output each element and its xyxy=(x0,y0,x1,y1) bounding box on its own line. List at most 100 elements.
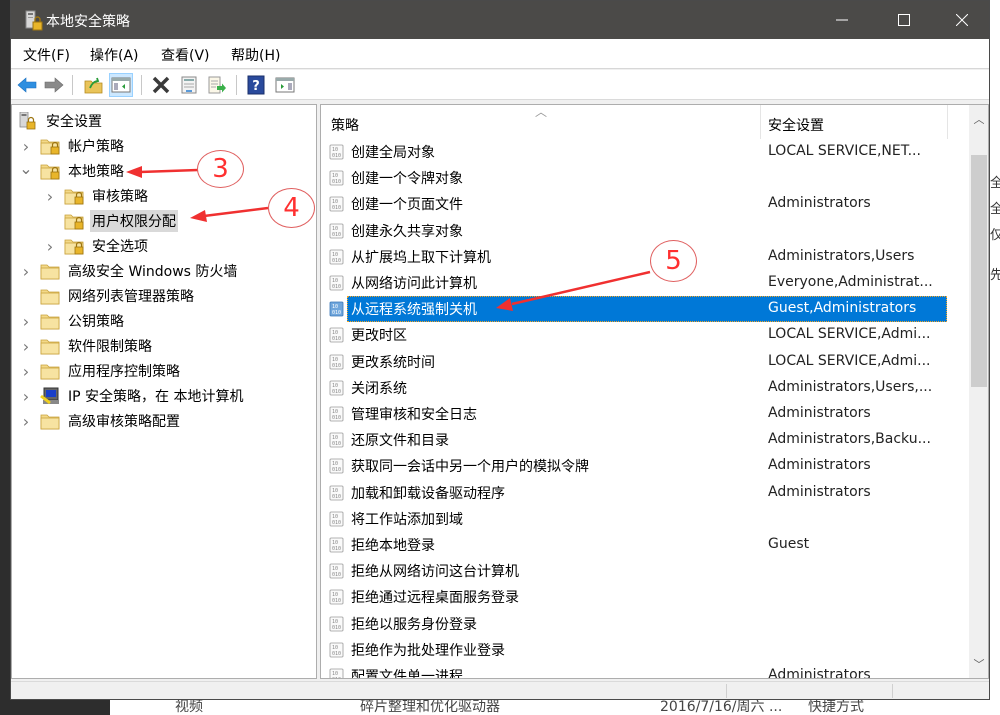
column-divider[interactable] xyxy=(947,105,948,139)
tree-item-label: 软件限制策略 xyxy=(68,339,152,355)
policy-setting-icon: 10010 xyxy=(329,301,344,317)
chevron-right-icon[interactable]: › xyxy=(18,312,34,331)
toolbar-separator xyxy=(141,75,142,95)
vertical-scrollbar[interactable]: ︿ ﹀ xyxy=(969,105,988,678)
policy-row[interactable]: 10 010 拒绝通过远程桌面服务登录 xyxy=(321,584,947,610)
back-button[interactable] xyxy=(15,73,39,97)
column-header-policy[interactable]: 策略 xyxy=(331,115,359,135)
scrollbar-thumb[interactable] xyxy=(971,155,987,387)
policy-security-setting: Administrators,Backu... xyxy=(768,431,931,448)
tree-item-label: IP 安全策略，在 本地计算机 xyxy=(68,389,244,405)
minimize-button[interactable] xyxy=(819,1,865,39)
tree-item[interactable]: › IP 安全策略，在 本地计算机 xyxy=(18,384,245,408)
policy-row[interactable]: 10 010 获取同一会话中另一个用户的模拟令牌 Administrators xyxy=(321,453,947,479)
policy-security-setting: Administrators,Users,... xyxy=(768,378,933,395)
policy-row[interactable]: 10 010 加载和卸载设备驱动程序 Administrators xyxy=(321,480,947,506)
background-text: 碎片整理和优化驱动器 xyxy=(360,700,500,715)
svg-text:010: 010 xyxy=(332,232,341,238)
policy-row[interactable]: 10 010 从远程系统强制关机 Guest,Administrators xyxy=(329,296,947,323)
policy-row[interactable]: 10 010 创建永久共享对象 xyxy=(321,218,947,244)
tree-item[interactable]: › 应用程序控制策略 xyxy=(18,359,182,383)
tree-root-security-settings[interactable]: 安全设置 xyxy=(18,109,104,133)
delete-button[interactable] xyxy=(149,73,173,97)
policy-row[interactable]: 10 010 创建全局对象 LOCAL SERVICE,NET... xyxy=(321,139,947,165)
menu-action[interactable]: 操作(A) xyxy=(90,45,139,65)
properties-button[interactable] xyxy=(177,73,201,97)
chevron-down-icon[interactable]: ⌄ xyxy=(18,159,34,178)
up-one-level-button[interactable] xyxy=(82,73,106,97)
tree-item[interactable]: › 安全选项 xyxy=(42,234,150,258)
policy-name: 配置文件单一进程 xyxy=(351,669,463,679)
tree-item-label: 网络列表管理器策略 xyxy=(68,289,194,305)
annotation-badge-5: 5 xyxy=(650,240,697,282)
policy-row[interactable]: 10 010 拒绝作为批处理作业登录 xyxy=(321,637,947,663)
policy-row[interactable]: 10 010 从网络访问此计算机 Everyone,Administrat... xyxy=(321,270,947,296)
policy-setting-icon: 10010 xyxy=(329,354,344,369)
menu-file[interactable]: 文件(F) xyxy=(23,45,70,65)
title-bar[interactable]: 本地安全策略 xyxy=(11,1,989,39)
svg-text:010: 010 xyxy=(332,572,341,578)
column-header-setting[interactable]: 安全设置 xyxy=(768,115,824,135)
policy-row[interactable]: 10 010 还原文件和目录 Administrators,Backu... xyxy=(321,427,947,453)
svg-text:010: 010 xyxy=(332,179,341,185)
tree-item-label: 审核策略 xyxy=(92,189,148,205)
chevron-right-icon[interactable]: › xyxy=(42,237,58,256)
close-button[interactable] xyxy=(939,1,985,39)
policy-row[interactable]: 10 010 关闭系统 Administrators,Users,... xyxy=(321,375,947,401)
policy-row[interactable]: 10 010 创建一个页面文件 Administrators xyxy=(321,191,947,217)
background-text: 全部 xyxy=(990,176,1000,191)
policy-name: 从扩展坞上取下计算机 xyxy=(351,249,491,266)
toolbar: ? xyxy=(11,70,989,100)
background-text: 全部 xyxy=(990,202,1000,217)
chevron-right-icon[interactable]: › xyxy=(18,137,34,156)
tree-item[interactable]: › 帐户策略 xyxy=(18,134,126,158)
show-hide-action-pane-icon xyxy=(275,77,295,93)
column-divider[interactable] xyxy=(760,105,761,139)
policy-row[interactable]: 10 010 从扩展坞上取下计算机 Administrators,Users xyxy=(321,244,947,270)
policy-setting-icon: 10010 xyxy=(329,170,344,186)
tree-item[interactable]: › 审核策略 xyxy=(42,184,150,208)
chevron-up-icon: ︿ xyxy=(973,113,985,126)
chevron-right-icon[interactable]: › xyxy=(18,262,34,281)
export-list-button[interactable] xyxy=(205,73,229,97)
policy-row[interactable]: 10 010 拒绝从网络访问这台计算机 xyxy=(321,558,947,584)
svg-text:010: 010 xyxy=(332,677,341,679)
policy-row[interactable]: 10 010 将工作站添加到域 xyxy=(321,506,947,532)
policy-setting-icon: 10010 xyxy=(329,589,344,605)
policy-row[interactable]: 10 010 拒绝本地登录 Guest xyxy=(321,532,947,558)
tree-item[interactable]: ⌄ 本地策略 xyxy=(18,159,126,183)
policy-row[interactable]: 10 010 拒绝以服务身份登录 xyxy=(321,611,947,637)
chevron-right-icon[interactable]: › xyxy=(18,387,34,406)
forward-button[interactable] xyxy=(42,73,66,97)
svg-text:010: 010 xyxy=(332,310,341,316)
policy-row[interactable]: 10 010 管理审核和安全日志 Administrators xyxy=(321,401,947,427)
policy-row[interactable]: 10 010 更改时区 LOCAL SERVICE,Admi... xyxy=(321,322,947,348)
scroll-down-button[interactable]: ﹀ xyxy=(969,654,988,674)
security-settings-icon xyxy=(19,112,36,130)
chevron-right-icon[interactable]: › xyxy=(18,412,34,431)
policy-setting-icon: 10010 xyxy=(329,511,344,527)
scroll-up-button[interactable]: ︿ xyxy=(969,109,988,129)
menu-view[interactable]: 查看(V) xyxy=(161,45,210,65)
tree-item[interactable]: › 软件限制策略 xyxy=(18,334,154,358)
tree-item[interactable]: › 高级安全 Windows 防火墙 xyxy=(18,259,239,283)
tree-item[interactable]: 网络列表管理器策略 xyxy=(18,284,196,308)
maximize-button[interactable] xyxy=(881,1,927,39)
policy-setting-icon: 10010 xyxy=(329,144,344,160)
chevron-right-icon[interactable]: › xyxy=(18,337,34,356)
chevron-right-icon[interactable]: › xyxy=(18,362,34,381)
tree-item[interactable]: › 高级审核策略配置 xyxy=(18,409,182,433)
show-hide-console-tree-button[interactable] xyxy=(109,73,133,97)
tree-item[interactable]: 用户权限分配 xyxy=(42,209,178,233)
show-hide-action-pane-button[interactable] xyxy=(273,73,297,97)
export-list-icon xyxy=(208,76,226,94)
policy-row[interactable]: 10 010 更改系统时间 LOCAL SERVICE,Admi... xyxy=(321,349,947,375)
menu-help[interactable]: 帮助(H) xyxy=(231,45,280,65)
chevron-right-icon[interactable]: › xyxy=(42,187,58,206)
svg-text:010: 010 xyxy=(332,153,341,159)
help-button[interactable]: ? xyxy=(244,73,268,97)
background-text: 视频 xyxy=(175,700,203,715)
policy-row[interactable]: 10 010 配置文件单一进程 Administrators xyxy=(321,663,947,679)
policy-row[interactable]: 10 010 创建一个令牌对象 xyxy=(321,165,947,191)
tree-item[interactable]: › 公钥策略 xyxy=(18,309,126,333)
